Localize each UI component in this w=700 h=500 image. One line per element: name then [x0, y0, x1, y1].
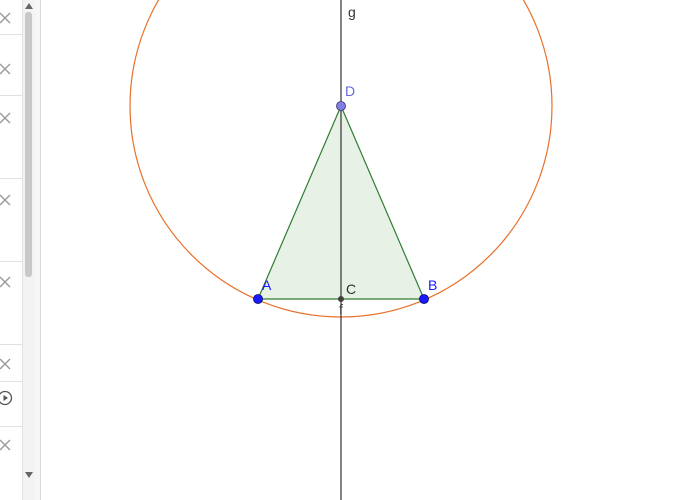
close-icon[interactable] — [0, 61, 13, 77]
close-icon[interactable] — [0, 356, 13, 372]
algebra-row[interactable] — [0, 96, 22, 179]
label-b: B — [428, 277, 437, 293]
point-a[interactable] — [253, 294, 263, 304]
graphics-view[interactable]: g D A B C f — [41, 0, 700, 500]
algebra-row[interactable] — [0, 427, 22, 467]
algebra-row[interactable] — [0, 35, 22, 96]
algebra-row[interactable] — [0, 0, 22, 35]
algebra-row[interactable] — [0, 345, 22, 382]
play-icon[interactable] — [0, 390, 13, 406]
algebra-row[interactable] — [0, 262, 22, 345]
label-f: f — [339, 301, 343, 317]
label-c: C — [346, 281, 356, 297]
close-icon[interactable] — [0, 10, 13, 26]
algebra-view — [0, 0, 22, 500]
geometry-canvas[interactable]: g D A B C f — [41, 0, 700, 500]
point-d[interactable] — [336, 101, 346, 111]
algebra-row[interactable] — [0, 382, 22, 427]
label-g: g — [348, 4, 356, 20]
label-d: D — [345, 83, 355, 99]
scrollbar-thumb[interactable] — [25, 12, 32, 277]
point-b[interactable] — [419, 294, 429, 304]
scroll-down-arrow-icon[interactable] — [25, 472, 33, 478]
close-icon[interactable] — [0, 274, 13, 290]
algebra-row[interactable] — [0, 179, 22, 262]
close-icon[interactable] — [0, 437, 13, 453]
label-a: A — [262, 277, 272, 293]
scroll-up-arrow-icon[interactable] — [25, 3, 33, 9]
close-icon[interactable] — [0, 110, 13, 126]
close-icon[interactable] — [0, 192, 13, 208]
algebra-scrollbar[interactable] — [22, 0, 35, 500]
